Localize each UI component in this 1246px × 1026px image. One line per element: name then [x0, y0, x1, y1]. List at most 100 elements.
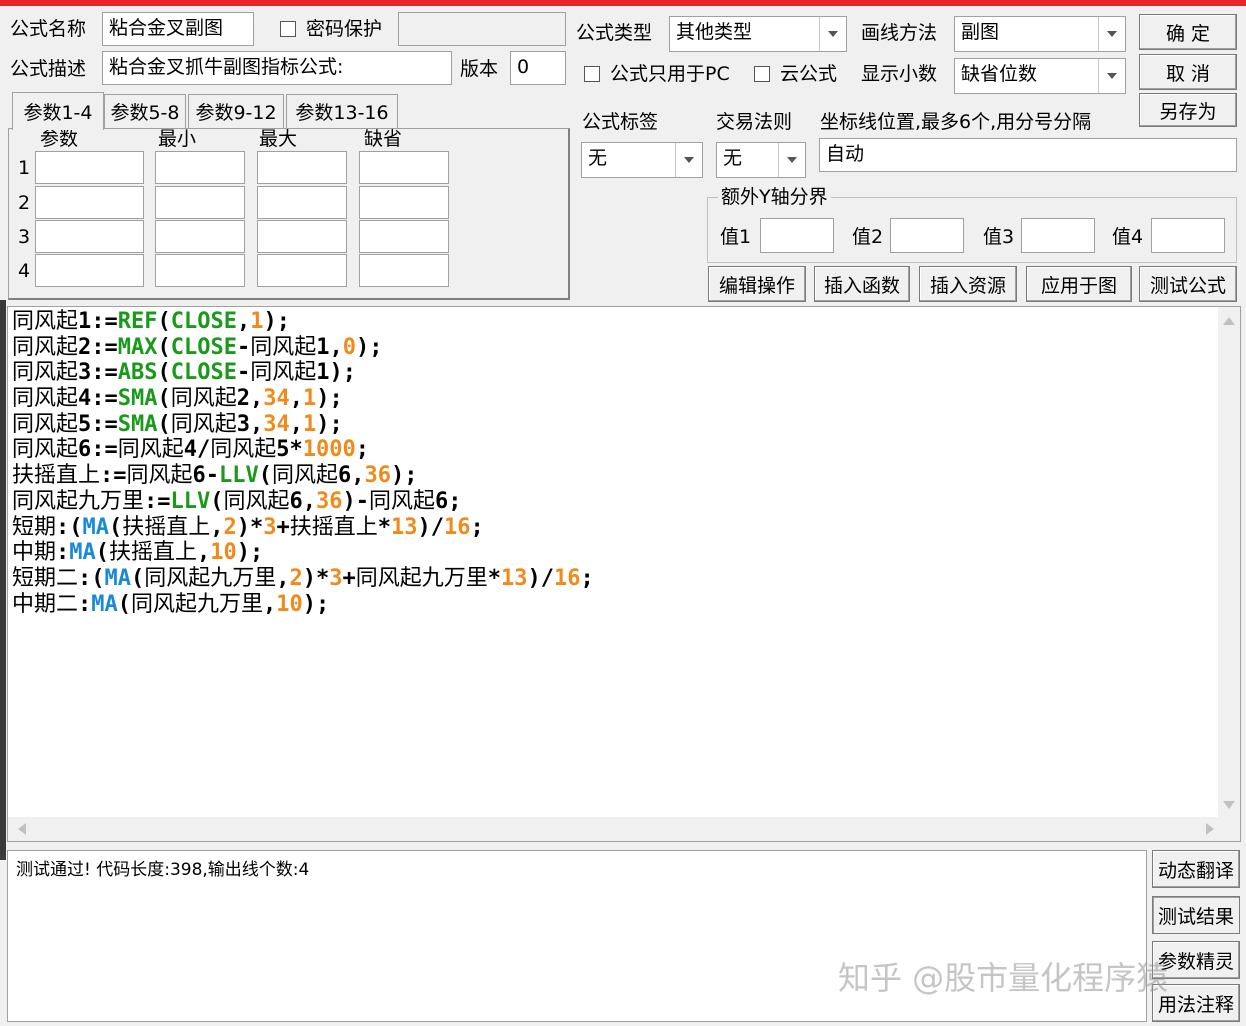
code-token: (: [117, 591, 132, 617]
val2-input[interactable]: [890, 218, 964, 253]
code-token: 2:=: [78, 334, 118, 360]
param-4-default-input[interactable]: [359, 254, 449, 287]
param-1-default-input[interactable]: [359, 151, 449, 184]
param-row-number: 1: [18, 157, 31, 179]
param-2-max-input[interactable]: [257, 186, 347, 219]
horizontal-scrollbar[interactable]: [8, 817, 1220, 841]
chevron-down-icon[interactable]: [819, 17, 846, 51]
code-token: :=: [100, 463, 127, 489]
password-input[interactable]: [398, 12, 566, 46]
code-token: 1: [303, 411, 317, 437]
test-status-message: 测试通过! 代码长度:398,输出线个数:4: [16, 860, 310, 880]
code-token: 中期: [12, 540, 57, 566]
code-token: 同风起: [223, 488, 290, 514]
test-formula-button[interactable]: 测试公式: [1139, 266, 1237, 302]
code-line: 同风起5:=SMA(同风起3,34,1);: [12, 412, 594, 438]
cancel-button[interactable]: 取 消: [1139, 54, 1237, 90]
param-3-name-input[interactable]: [35, 220, 144, 253]
tab-params-13-16[interactable]: 参数13-16: [286, 94, 398, 128]
code-token: 3: [329, 565, 343, 591]
val4-label: 值4: [1112, 226, 1144, 248]
code-line: 短期二:(MA(同风起九万里,2)*3+同风起九万里*13)/16;: [12, 566, 594, 592]
test-result-button[interactable]: 测试结果: [1152, 896, 1240, 934]
chevron-down-icon[interactable]: [1098, 59, 1125, 93]
code-token: 6,: [289, 488, 317, 514]
param-row-number: 4: [18, 260, 31, 282]
draw-method-select[interactable]: 副图: [954, 16, 1126, 52]
param-4-min-input[interactable]: [155, 254, 245, 287]
val3-label: 值3: [983, 226, 1015, 248]
vertical-scrollbar[interactable]: [1218, 307, 1240, 817]
formula-name-input[interactable]: 粘合金叉副图: [102, 12, 254, 46]
param-1-name-input[interactable]: [35, 151, 144, 184]
insert-function-button[interactable]: 插入函数: [814, 266, 910, 302]
param-4-name-input[interactable]: [35, 254, 144, 287]
code-token: 同风起: [12, 309, 79, 334]
title-bar-strip: [0, 0, 1246, 6]
left-edge-chart-remnant: [0, 300, 6, 860]
param-3-default-input[interactable]: [359, 220, 449, 253]
tab-params-5-8[interactable]: 参数5-8: [104, 94, 186, 128]
watermark: 知乎 @股市量化程序猿: [838, 959, 1169, 997]
pc-only-checkbox[interactable]: [584, 66, 600, 82]
code-line: 短期:(MA(扶摇直上,2)*3+扶摇直上*13)/16;: [12, 515, 594, 541]
code-token: MA: [91, 591, 118, 617]
chevron-down-icon[interactable]: [675, 143, 702, 177]
param-2-default-input[interactable]: [359, 186, 449, 219]
code-token: )/: [417, 514, 445, 540]
code-token: :=: [144, 488, 171, 514]
code-token: )-: [342, 488, 370, 514]
apply-to-chart-button[interactable]: 应用于图: [1026, 266, 1132, 302]
formula-tag-select[interactable]: 无: [581, 142, 703, 178]
val1-input[interactable]: [760, 218, 834, 253]
formula-desc-input[interactable]: 粘合金叉抓牛副图指标公式:: [102, 51, 452, 85]
ok-button[interactable]: 确 定: [1139, 14, 1237, 50]
scroll-right-icon[interactable]: [1206, 823, 1214, 835]
decimals-value: 缺省位数: [961, 63, 1038, 85]
code-token: 同风起: [117, 437, 184, 463]
code-token: 6-: [192, 463, 220, 489]
param-2-min-input[interactable]: [155, 186, 245, 219]
param-1-min-input[interactable]: [155, 151, 245, 184]
val4-input[interactable]: [1151, 218, 1225, 253]
scroll-up-icon[interactable]: [1223, 317, 1235, 325]
code-line: 同风起6:=同风起4/同风起5*1000;: [12, 437, 594, 463]
code-token: 短期二: [12, 565, 79, 591]
decimals-select[interactable]: 缺省位数: [954, 58, 1126, 94]
param-3-min-input[interactable]: [155, 220, 245, 253]
pc-only-label: 公式只用于PC: [610, 63, 730, 85]
save-as-button[interactable]: 另存为: [1139, 93, 1237, 127]
val3-input[interactable]: [1021, 218, 1095, 253]
code-token: ;: [355, 437, 370, 463]
dynamic-translate-button[interactable]: 动态翻译: [1152, 850, 1240, 888]
insert-resource-button[interactable]: 插入资源: [919, 266, 1017, 302]
code-editor[interactable]: 同风起1:=REF(CLOSE,1); 同风起2:=MAX(CLOSE-同风起1,…: [7, 306, 1241, 842]
param-2-name-input[interactable]: [35, 186, 144, 219]
code-token: 同风起: [170, 386, 237, 412]
param-1-max-input[interactable]: [257, 151, 347, 184]
trade-rule-select[interactable]: 无: [716, 142, 806, 178]
password-checkbox[interactable]: [280, 21, 296, 37]
edit-operation-button[interactable]: 编辑操作: [708, 266, 806, 302]
chevron-down-icon[interactable]: [1098, 17, 1125, 51]
decimals-label: 显示小数: [861, 63, 938, 85]
scroll-down-icon[interactable]: [1223, 801, 1235, 809]
chevron-down-icon[interactable]: [778, 143, 805, 177]
trade-rule-value: 无: [723, 147, 743, 169]
cloud-checkbox[interactable]: [754, 66, 770, 82]
scroll-left-icon[interactable]: [18, 823, 26, 835]
coord-input[interactable]: 自动: [819, 138, 1237, 172]
param-4-max-input[interactable]: [257, 254, 347, 287]
tab-params-1-4[interactable]: 参数1-4: [12, 92, 104, 130]
code-token: 同风起九万里: [12, 488, 145, 514]
code-token: 4:=: [78, 386, 118, 412]
param-3-max-input[interactable]: [257, 220, 347, 253]
param-header-min: 最小: [158, 128, 197, 150]
tab-params-9-12[interactable]: 参数9-12: [188, 94, 284, 128]
code-token: 同风起: [250, 360, 317, 386]
code-token: ,: [263, 591, 277, 617]
version-input[interactable]: 0: [510, 51, 566, 85]
code-text[interactable]: 同风起1:=REF(CLOSE,1); 同风起2:=MAX(CLOSE-同风起1,…: [12, 309, 594, 617]
formula-type-select[interactable]: 其他类型: [669, 16, 847, 52]
code-token: 5:=: [78, 411, 118, 437]
